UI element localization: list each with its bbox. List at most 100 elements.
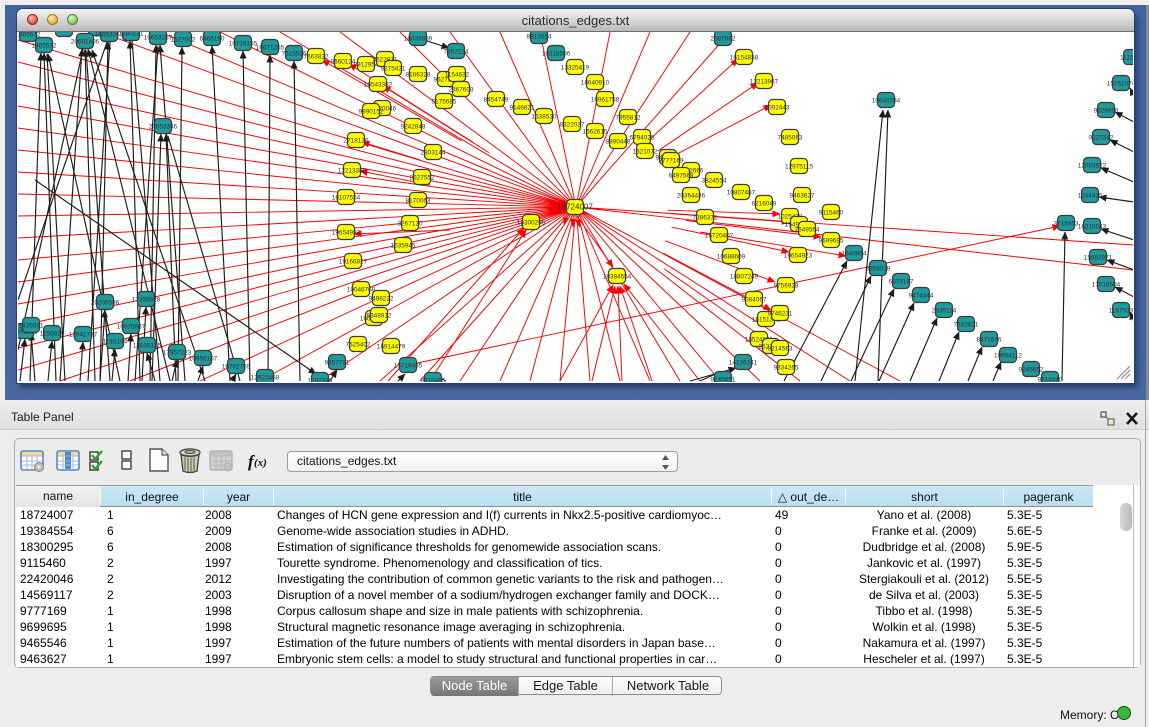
svg-text:10688609: 10688609 <box>717 253 746 260</box>
svg-text:6497568: 6497568 <box>669 172 694 179</box>
svg-text:8186328: 8186328 <box>406 71 431 78</box>
svg-text:1562615: 1562615 <box>583 128 608 135</box>
svg-text:17016504: 17016504 <box>1092 281 1121 288</box>
svg-text:9457791: 9457791 <box>325 359 350 366</box>
svg-text:9245652: 9245652 <box>1019 366 1044 373</box>
svg-text:12213967: 12213967 <box>750 78 779 85</box>
svg-text:9329966: 9329966 <box>1094 107 1119 114</box>
svg-text:20206536: 20206536 <box>91 299 120 306</box>
svg-text:9214563: 9214563 <box>768 345 793 352</box>
svg-text:10648784: 10648784 <box>872 97 901 104</box>
svg-text:9746231: 9746231 <box>768 310 793 317</box>
svg-text:1527602: 1527602 <box>171 36 196 43</box>
svg-text:2087682: 2087682 <box>711 35 736 42</box>
svg-text:9242848: 9242848 <box>401 123 426 130</box>
svg-text:16671355: 16671355 <box>256 44 285 51</box>
svg-text:19166827: 19166827 <box>339 258 368 265</box>
svg-text:18724007: 18724007 <box>557 202 593 211</box>
svg-text:1535945: 1535945 <box>391 242 416 249</box>
svg-text:9710485: 9710485 <box>421 377 446 382</box>
svg-text:10807487: 10807487 <box>727 189 756 196</box>
svg-text:1167533: 1167533 <box>1109 307 1133 314</box>
svg-text:6216049: 6216049 <box>752 200 777 207</box>
svg-text:20053346: 20053346 <box>149 123 178 130</box>
svg-text:15716485: 15716485 <box>394 362 423 369</box>
svg-text:16782759: 16782759 <box>222 363 251 370</box>
svg-text:18807249: 18807249 <box>730 273 759 280</box>
svg-text:16107554: 16107554 <box>332 194 361 201</box>
svg-text:9227342: 9227342 <box>1089 134 1114 141</box>
svg-text:2367608: 2367608 <box>449 86 474 93</box>
svg-text:1112334: 1112334 <box>1120 54 1133 61</box>
svg-text:9756928: 9756928 <box>774 282 799 289</box>
svg-text:9275431: 9275431 <box>381 65 406 72</box>
svg-text:10975887: 10975887 <box>117 323 146 330</box>
svg-text:14136141: 14136141 <box>729 359 758 366</box>
svg-text:6879197: 6879197 <box>889 278 914 285</box>
svg-text:17957223: 17957223 <box>163 349 192 356</box>
svg-text:12093822: 12093822 <box>1078 162 1107 169</box>
svg-text:9245651: 9245651 <box>711 376 736 382</box>
svg-text:16961758: 16961758 <box>591 96 620 103</box>
svg-text:1145194: 1145194 <box>103 338 128 345</box>
svg-text:20364436: 20364436 <box>677 192 706 199</box>
svg-text:9777169: 9777169 <box>659 157 684 164</box>
svg-text:16914479: 16914479 <box>377 343 406 350</box>
svg-text:9334265: 9334265 <box>774 364 799 371</box>
svg-text:9463627: 9463627 <box>790 192 815 199</box>
svg-text:13325419: 13325419 <box>561 64 590 71</box>
svg-text:2055713: 2055713 <box>52 32 77 33</box>
svg-text:6466160: 6466160 <box>200 35 225 42</box>
svg-text:10719155: 10719155 <box>229 40 258 47</box>
svg-text:15692971: 15692971 <box>1084 254 1113 261</box>
svg-text:16543382: 16543382 <box>364 81 393 88</box>
svg-text:12923468: 12923468 <box>251 374 280 381</box>
svg-text:8454749: 8454749 <box>484 96 509 103</box>
svg-text:(x): (x) <box>254 457 267 469</box>
svg-text:9146821: 9146821 <box>510 104 535 111</box>
svg-text:1292346: 1292346 <box>308 377 333 382</box>
svg-text:9890152: 9890152 <box>359 108 384 115</box>
svg-text:15751074: 15751074 <box>1107 80 1133 87</box>
svg-text:8627552: 8627552 <box>410 174 435 181</box>
svg-text:9660124: 9660124 <box>331 58 356 65</box>
svg-text:10654112: 10654112 <box>994 352 1022 359</box>
svg-text:20691406: 20691406 <box>71 38 100 45</box>
svg-text:7386372: 7386372 <box>693 214 718 221</box>
svg-text:8958928: 8958928 <box>866 265 891 272</box>
svg-text:19218506: 19218506 <box>542 50 571 57</box>
svg-text:7632621: 7632621 <box>954 321 979 328</box>
svg-text:9518440: 9518440 <box>1038 376 1063 382</box>
svg-text:1405572: 1405572 <box>32 42 57 49</box>
svg-text:9348912: 9348912 <box>367 312 392 319</box>
svg-text:7485063: 7485063 <box>778 134 803 141</box>
svg-text:7649564: 7649564 <box>795 226 820 233</box>
svg-text:19654983: 19654983 <box>332 229 361 236</box>
svg-text:9474444: 9474444 <box>909 292 934 299</box>
svg-text:2803144: 2803144 <box>421 149 446 156</box>
svg-text:10958107: 10958107 <box>189 355 218 362</box>
svg-text:3215953: 3215953 <box>1054 220 1079 227</box>
svg-text:8813054: 8813054 <box>527 33 552 40</box>
svg-text:16210643: 16210643 <box>1078 223 1107 230</box>
svg-text:1156829: 1156829 <box>40 330 65 337</box>
svg-text:6794028: 6794028 <box>630 134 655 141</box>
svg-text:15720407: 15720407 <box>705 232 734 239</box>
svg-text:1154632: 1154632 <box>445 71 470 78</box>
svg-text:9115460: 9115460 <box>819 209 844 216</box>
svg-text:3267130: 3267130 <box>398 220 423 227</box>
svg-text:10653267: 10653267 <box>144 34 173 41</box>
svg-text:1640954: 1640954 <box>842 250 867 257</box>
svg-text:1244415: 1244415 <box>1078 192 1103 199</box>
svg-text:3824554: 3824554 <box>702 177 727 184</box>
svg-text:7955812: 7955812 <box>616 114 641 121</box>
svg-text:8471676: 8471676 <box>977 336 1002 343</box>
svg-text:7357224: 7357224 <box>444 48 469 55</box>
svg-text:8170063: 8170063 <box>406 197 431 204</box>
svg-text:19384554: 19384554 <box>603 273 632 280</box>
svg-text:1435061: 1435061 <box>19 322 44 329</box>
svg-text:12213389: 12213389 <box>338 167 367 174</box>
svg-text:8322037: 8322037 <box>560 121 585 128</box>
svg-text:5175685: 5175685 <box>432 98 457 105</box>
svg-text:18640910: 18640910 <box>581 79 610 86</box>
